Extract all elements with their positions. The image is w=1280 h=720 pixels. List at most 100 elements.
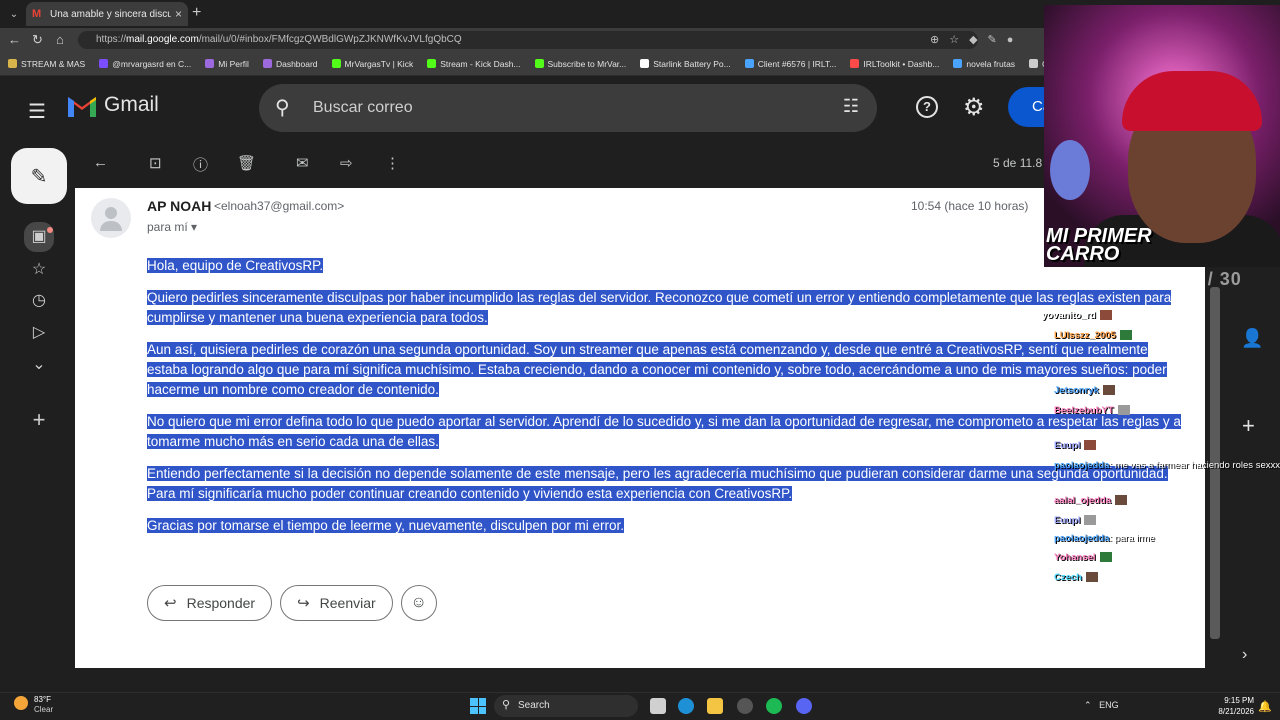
bookmark-label: @mrvargasrd en C... <box>112 58 192 69</box>
gmail-wordmark: Gmail <box>104 93 159 116</box>
chat-message: Yohansel <box>1054 552 1112 563</box>
body-text: Entiendo perfectamente si la decisión no… <box>147 466 1168 501</box>
home-icon[interactable]: ⌂ <box>56 32 64 47</box>
recipient-details[interactable]: para mí ▾ <box>147 220 197 234</box>
task-view-icon[interactable] <box>650 698 666 714</box>
extension-icons[interactable]: ⊕☆◆✎● <box>930 33 1023 46</box>
message-timestamp: 10:54 (hace 10 horas) <box>911 199 1029 213</box>
chat-emote-icon <box>1099 310 1112 321</box>
chat-text: : para irme <box>1109 533 1155 544</box>
sender-avatar[interactable] <box>91 198 131 238</box>
bookmark-item[interactable]: STREAM & MAS <box>8 59 85 69</box>
chat-username: Czech <box>1054 572 1082 583</box>
chat-emote-icon <box>1099 552 1112 563</box>
discord-icon[interactable] <box>796 698 812 714</box>
move-to-folder-icon[interactable]: ⇨ <box>340 154 353 172</box>
delete-trash-icon[interactable]: 🗑 <box>237 154 256 172</box>
bookmark-item[interactable]: Starlink Battery Po... <box>640 59 731 69</box>
bookmark-item[interactable]: MrVargasTv | Kick <box>331 59 413 69</box>
bookmark-item[interactable]: @mrvargasrd en C... <box>99 59 191 69</box>
mark-unread-icon[interactable]: ✉ <box>296 154 309 172</box>
reply-button[interactable]: ↩ Responder <box>147 585 273 621</box>
main-menu-icon[interactable]: ☰ <box>28 99 48 124</box>
bookmark-label: IRLToolkit • Dashb... <box>863 58 940 69</box>
starred-icon[interactable]: ☆ <box>26 259 52 279</box>
chat-message: paolaojedda: me vas a farmear haciendo r… <box>1054 460 1280 471</box>
gmail-logo[interactable]: Gmail <box>66 93 159 117</box>
search-input[interactable] <box>313 96 813 120</box>
expand-panel-chevron-icon[interactable]: › <box>1242 646 1247 664</box>
snoozed-clock-icon[interactable]: ◷ <box>26 290 52 310</box>
settings-gear-icon[interactable]: ⚙ <box>963 93 985 122</box>
chat-text: : me vas a farmear haciendo roles sexxx <box>1109 460 1280 471</box>
archive-icon[interactable]: ⊡ <box>149 154 162 172</box>
message-pager: 5 de 11.8 <box>993 156 1043 170</box>
clock-time: 9:15 PM <box>1224 696 1254 705</box>
tray-chevron-up-icon[interactable]: ⌃ <box>1084 700 1092 710</box>
more-options-icon[interactable]: ⋮ <box>385 154 400 172</box>
chat-message: Euupl <box>1054 515 1097 526</box>
new-tab-button[interactable]: + <box>192 4 201 22</box>
bookmark-item[interactable]: novela frutas <box>953 59 1015 69</box>
body-text: No quiero que mi error defina todo lo qu… <box>147 414 1181 449</box>
system-tray[interactable]: ⌃ ENG <box>1084 700 1119 711</box>
compose-button[interactable]: ✎ <box>11 148 67 204</box>
bookmark-item[interactable]: Client #6576 | IRLT... <box>744 58 837 69</box>
taskbar-search[interactable]: ⚲ Search <box>494 695 638 717</box>
body-paragraph: Hola, equipo de CreativosRP. <box>147 256 1187 276</box>
spotify-icon[interactable] <box>766 698 782 714</box>
bookmark-label: novela frutas <box>966 58 1016 69</box>
chat-username: Jetsonryk <box>1054 385 1099 396</box>
browser-tab-gmail[interactable]: M Una amable y sincera disculpa - m × <box>26 2 188 26</box>
bookmark-label: Client #6576 | IRLT... <box>757 58 837 69</box>
contacts-person-icon[interactable]: 👤 <box>1241 328 1263 349</box>
url-host: mail.google.com <box>126 34 199 45</box>
chat-username: BeelzebubYT <box>1054 405 1114 416</box>
chat-emote-icon <box>1084 515 1097 526</box>
body-text: Hola, equipo de CreativosRP. <box>147 258 324 273</box>
bookmark-item[interactable]: IRLToolkit • Dashb... <box>850 59 939 69</box>
account-button[interactable]: Ca <box>1008 87 1051 127</box>
forward-button[interactable]: ↪ Reenviar <box>280 585 393 621</box>
sender-name[interactable]: AP NOAH <box>147 198 211 214</box>
back-arrow-icon[interactable]: ← <box>8 32 21 47</box>
chat-message: paolaojedda: para irme <box>1054 533 1155 544</box>
tray-language[interactable]: ENG <box>1099 700 1119 710</box>
chat-emote-icon <box>1102 385 1115 396</box>
bookmark-favicon-icon <box>534 59 544 68</box>
weather-temperature: 83°F <box>34 695 51 704</box>
report-spam-icon[interactable]: ⓘ <box>193 154 208 175</box>
body-paragraph: Gracias por tomarse el tiempo de leerme … <box>147 516 1187 536</box>
search-bar[interactable]: ⚲ ☷ <box>259 84 877 132</box>
reply-arrow-icon: ↩ <box>164 595 177 612</box>
subs-counter: SUBS DE HOY: 6 / 30 <box>1044 269 1242 289</box>
back-to-inbox-icon[interactable]: ← <box>93 154 108 171</box>
tab-close-icon[interactable]: × <box>175 7 182 21</box>
taskbar-clock[interactable]: 9:15 PM 8/21/2026 <box>1210 695 1254 717</box>
sent-icon[interactable]: ▷ <box>26 322 52 342</box>
address-bar[interactable]: https://mail.google.com/mail/u/0/#inbox/… <box>78 31 978 49</box>
bookmark-item[interactable]: Stream - Kick Dash... <box>427 59 521 69</box>
chevron-down-icon: ▾ <box>191 220 198 234</box>
add-addon-plus-icon[interactable]: + <box>1242 413 1255 439</box>
new-label-plus-icon[interactable]: + <box>26 407 52 433</box>
url-prefix: https:// <box>96 34 127 45</box>
chrome-browser-icon[interactable] <box>737 698 753 714</box>
bookmark-item[interactable]: Subscribe to MrVar... <box>534 59 626 69</box>
file-explorer-icon[interactable] <box>707 698 723 714</box>
notifications-bell-icon[interactable]: 🔔 <box>1258 700 1272 713</box>
tab-search-icon[interactable]: ⌄ <box>4 5 24 23</box>
reload-icon[interactable]: ↻ <box>32 32 43 48</box>
body-text: Quiero pedirles sinceramente disculpas p… <box>147 290 1172 325</box>
edge-browser-icon[interactable] <box>678 698 694 714</box>
bookmark-item[interactable]: Dashboard <box>262 59 318 69</box>
search-options-icon[interactable]: ☷ <box>843 96 859 117</box>
help-icon[interactable]: ? <box>916 96 938 118</box>
chat-username: aalal_ojedda <box>1054 495 1112 506</box>
search-icon[interactable]: ⚲ <box>275 95 290 120</box>
start-windows-icon[interactable] <box>470 698 486 714</box>
message-view: AP NOAH <elnoah37@gmail.com> 10:54 (hace… <box>75 188 1205 668</box>
bookmark-item[interactable]: Mi Perfil <box>205 59 249 69</box>
emoji-reaction-button[interactable]: ☺ <box>400 585 437 621</box>
more-chevron-down-icon[interactable]: ⌄ <box>26 354 52 374</box>
